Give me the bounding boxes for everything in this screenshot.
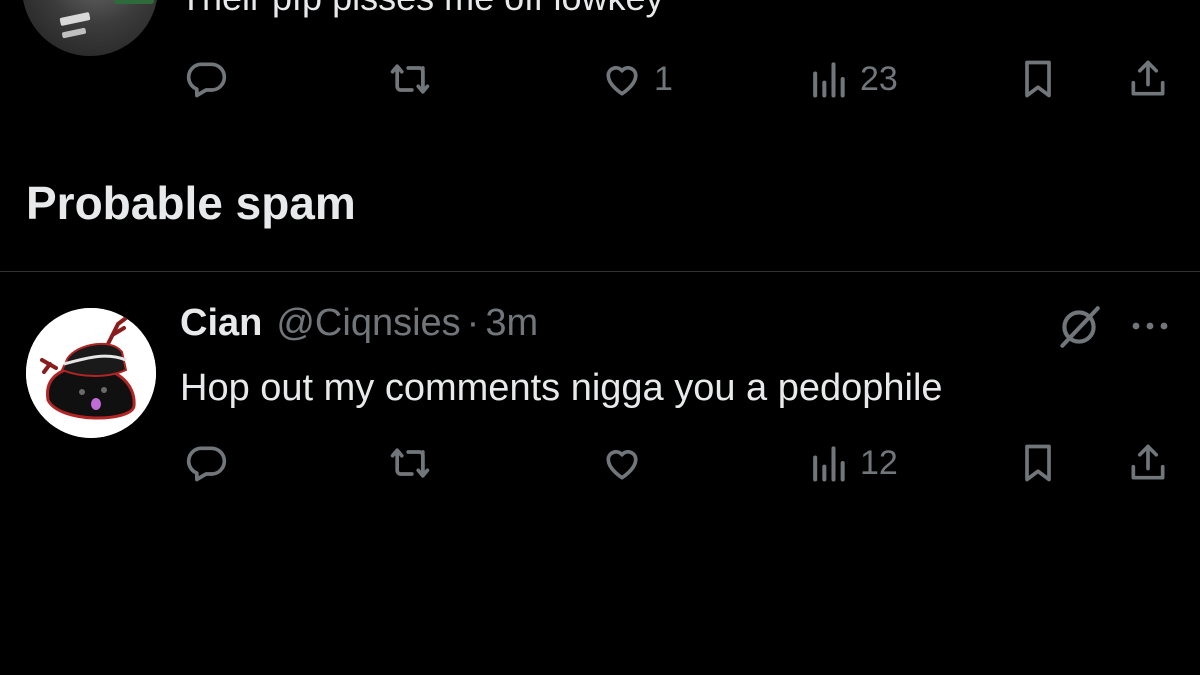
heart-icon (606, 450, 638, 480)
bookmark-icon (1025, 60, 1051, 98)
reply-icon (186, 446, 227, 482)
retweet-icon (390, 64, 430, 94)
avatar-image (26, 308, 156, 438)
divider (0, 271, 1200, 272)
like-button[interactable] (600, 438, 654, 488)
bookmark-icon (1025, 444, 1051, 482)
timestamp[interactable]: 3m (485, 302, 538, 345)
share-button[interactable] (1126, 54, 1170, 104)
like-count: 1 (654, 59, 673, 98)
bookmark-button[interactable] (1016, 54, 1060, 104)
views-button[interactable]: 23 (806, 54, 898, 104)
views-button[interactable]: 12 (806, 438, 898, 488)
avatar[interactable] (22, 0, 158, 56)
avatar[interactable] (26, 308, 156, 438)
separator-dot: · (466, 302, 480, 344)
views-icon (813, 62, 845, 98)
views-count: 12 (860, 443, 898, 482)
section-title[interactable]: Probable spam (26, 176, 356, 230)
grok-icon[interactable] (1054, 302, 1104, 352)
share-icon (1131, 60, 1165, 96)
user-handle[interactable]: @Ciqnsies (276, 302, 460, 345)
like-button[interactable]: 1 (600, 54, 673, 104)
timeline: Their pfp pisses me off lowkey 1 (0, 0, 1200, 675)
display-name[interactable]: Cian (180, 302, 262, 345)
retweet-button[interactable] (388, 438, 442, 488)
share-icon (1131, 444, 1165, 480)
reply-icon (186, 62, 227, 98)
tweet-actions: 12 (0, 438, 1200, 488)
tweet-text: Their pfp pisses me off lowkey (180, 0, 664, 20)
views-icon (813, 446, 845, 482)
retweet-icon (390, 448, 430, 478)
tweet-actions: 1 23 (0, 54, 1200, 104)
reply-button[interactable] (184, 438, 238, 488)
tweet-header: Cian @Ciqnsies · 3m (180, 302, 538, 352)
share-button[interactable] (1126, 438, 1170, 488)
heart-icon (606, 66, 638, 96)
reply-button[interactable] (184, 54, 238, 104)
retweet-button[interactable] (388, 54, 442, 104)
more-icon[interactable] (1128, 314, 1172, 338)
views-count: 23 (860, 59, 898, 98)
tweet-text: Hop out my comments nigga you a pedophil… (180, 367, 943, 409)
bookmark-button[interactable] (1016, 438, 1060, 488)
